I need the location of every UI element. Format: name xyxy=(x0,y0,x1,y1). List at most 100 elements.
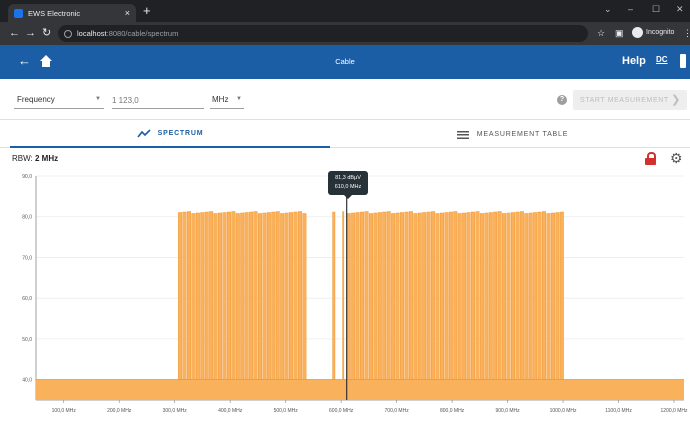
x-tick-label: 900,0 MHz xyxy=(495,408,520,414)
channel-carrier-bar xyxy=(346,213,351,380)
spectrum-chart[interactable]: 40,0 50,0 60,0 70,0 80,0 90,0 100,0 MHz 200,0 M… xyxy=(0,168,690,421)
browser-tab[interactable]: EWS Electronic × xyxy=(8,4,136,22)
browser-toolbar: ← → ↻ localhost :8080/cable/spectrum ☆ ▣… xyxy=(0,22,690,45)
channel-carrier-bar xyxy=(355,212,360,380)
dc-power-icon: DC xyxy=(656,55,668,64)
help-button[interactable]: Help xyxy=(622,55,646,67)
address-bar[interactable]: localhost :8080/cable/spectrum xyxy=(58,25,588,42)
channel-carrier-bar xyxy=(368,213,373,380)
mode-dropdown-icon[interactable]: ▼ xyxy=(95,96,101,102)
url-path: :8080/cable/spectrum xyxy=(106,29,179,38)
channel-carrier-bar xyxy=(244,212,249,380)
y-tick-label: 80,0 xyxy=(22,215,32,221)
incognito-label: Incognito xyxy=(646,29,675,36)
start-measurement-label: START MEASUREMENT xyxy=(580,96,669,104)
list-icon xyxy=(456,130,469,139)
x-tick-label: 700,0 MHz xyxy=(385,408,410,414)
y-tick-label: 60,0 xyxy=(22,296,32,302)
unit-dropdown-icon[interactable]: ▼ xyxy=(236,96,242,102)
channel-carrier-bar xyxy=(533,212,538,380)
reload-icon[interactable]: ↻ xyxy=(42,27,51,39)
channel-carrier-bar xyxy=(258,213,262,380)
channel-carrier-bar xyxy=(191,213,196,380)
y-tick-label: 90,0 xyxy=(22,174,32,180)
channel-carrier-bar xyxy=(235,213,240,380)
tab-spectrum-label: SPECTRUM xyxy=(157,130,204,137)
channel-carrier-bar xyxy=(506,212,511,380)
y-tick-label: 50,0 xyxy=(22,337,32,343)
bookmark-star-icon[interactable]: ☆ xyxy=(597,28,605,39)
channel-carrier-bar xyxy=(515,211,520,380)
channel-carrier-bar xyxy=(377,212,382,380)
channel-carrier-bar xyxy=(546,213,551,380)
tab-search-icon[interactable]: ⌄ xyxy=(604,4,612,15)
browser-menu-icon[interactable]: ⋮ xyxy=(683,28,690,39)
channel-carrier-bar xyxy=(204,211,209,380)
frequency-input[interactable] xyxy=(112,93,204,108)
x-tick-label: 400,0 MHz xyxy=(218,408,243,414)
channel-carrier-bar xyxy=(519,211,524,380)
measurement-bar: Frequency ▼ MHz ▼ ? START MEASUREMENT ❯ xyxy=(0,80,690,120)
channel-carrier-bar xyxy=(182,211,187,380)
channel-carrier-bar xyxy=(275,211,280,380)
start-measurement-button[interactable]: START MEASUREMENT ❯ xyxy=(573,90,687,110)
channel-carrier-bar xyxy=(426,211,431,380)
new-tab-button[interactable]: + xyxy=(143,3,151,19)
maximize-icon[interactable]: ☐ xyxy=(652,4,660,15)
channel-carrier-bar xyxy=(457,213,462,380)
x-tick-label: 600,0 MHz xyxy=(329,408,354,414)
app-favicon-icon xyxy=(14,8,23,18)
forward-arrow-icon[interactable]: → xyxy=(25,27,36,39)
channel-carrier-bar xyxy=(404,211,409,380)
channel-carrier-bar xyxy=(253,211,258,380)
channel-carrier-bar xyxy=(195,212,200,380)
y-tick-label: 70,0 xyxy=(22,255,32,261)
channel-carrier-bar xyxy=(488,212,493,380)
channel-carrier-bar xyxy=(360,211,365,380)
channel-carrier-bar xyxy=(493,211,498,380)
close-tab-icon[interactable]: × xyxy=(125,8,130,18)
url-host: localhost xyxy=(77,29,107,38)
channel-carrier-bar xyxy=(293,211,298,380)
rbw-label: RBW: xyxy=(12,154,33,163)
help-circle-icon[interactable]: ? xyxy=(557,95,567,105)
channel-carrier-bar xyxy=(386,211,391,380)
unit-select[interactable]: MHz xyxy=(212,95,228,104)
channel-carrier-bar xyxy=(240,212,245,380)
sidebar-panel-icon[interactable]: ▣ xyxy=(615,28,624,39)
channel-carrier-bar xyxy=(542,211,547,380)
tab-measurement-table-label: MEASUREMENT TABLE xyxy=(476,131,569,138)
mode-select-underline xyxy=(14,108,104,109)
browser-tab-title: EWS Electronic xyxy=(28,8,81,18)
gear-icon[interactable]: ⚙ xyxy=(670,150,683,167)
channel-carrier-bar xyxy=(417,212,422,380)
x-tick-label: 300,0 MHz xyxy=(163,408,188,414)
channel-carrier-bar xyxy=(435,213,440,380)
channel-carrier-bar xyxy=(209,211,214,380)
minimize-icon[interactable]: – xyxy=(628,4,633,14)
mode-select[interactable]: Frequency xyxy=(17,95,55,104)
rbw-indicator: RBW: 2 MHz xyxy=(12,154,58,163)
channel-carrier-bar xyxy=(222,212,227,380)
channel-carrier-bar xyxy=(342,211,345,380)
browser-tab-bar: EWS Electronic × + ⌄ – ☐ ✕ xyxy=(0,0,690,22)
x-tick-label: 200,0 MHz xyxy=(107,408,132,414)
channel-carrier-bar xyxy=(262,212,267,380)
line-chart-icon xyxy=(137,129,151,138)
tab-spectrum[interactable]: SPECTRUM xyxy=(10,121,330,148)
back-arrow-icon[interactable]: ← xyxy=(9,27,20,39)
noise-floor-area xyxy=(36,379,684,400)
channel-carrier-bar xyxy=(373,212,378,380)
channel-carrier-bar xyxy=(289,212,294,380)
channel-carrier-bar xyxy=(448,211,453,380)
tab-measurement-table[interactable]: MEASUREMENT TABLE xyxy=(345,121,680,148)
page-title: Cable xyxy=(335,57,355,66)
site-info-icon[interactable] xyxy=(64,29,72,38)
channel-carrier-bar xyxy=(271,211,276,380)
window-close-icon[interactable]: ✕ xyxy=(676,4,684,15)
channel-carrier-bar xyxy=(364,211,369,380)
lock-icon[interactable] xyxy=(645,152,656,165)
channel-carrier-bar xyxy=(453,211,458,380)
channel-carrier-bar xyxy=(413,213,418,380)
channel-carrier-bar xyxy=(187,211,191,380)
